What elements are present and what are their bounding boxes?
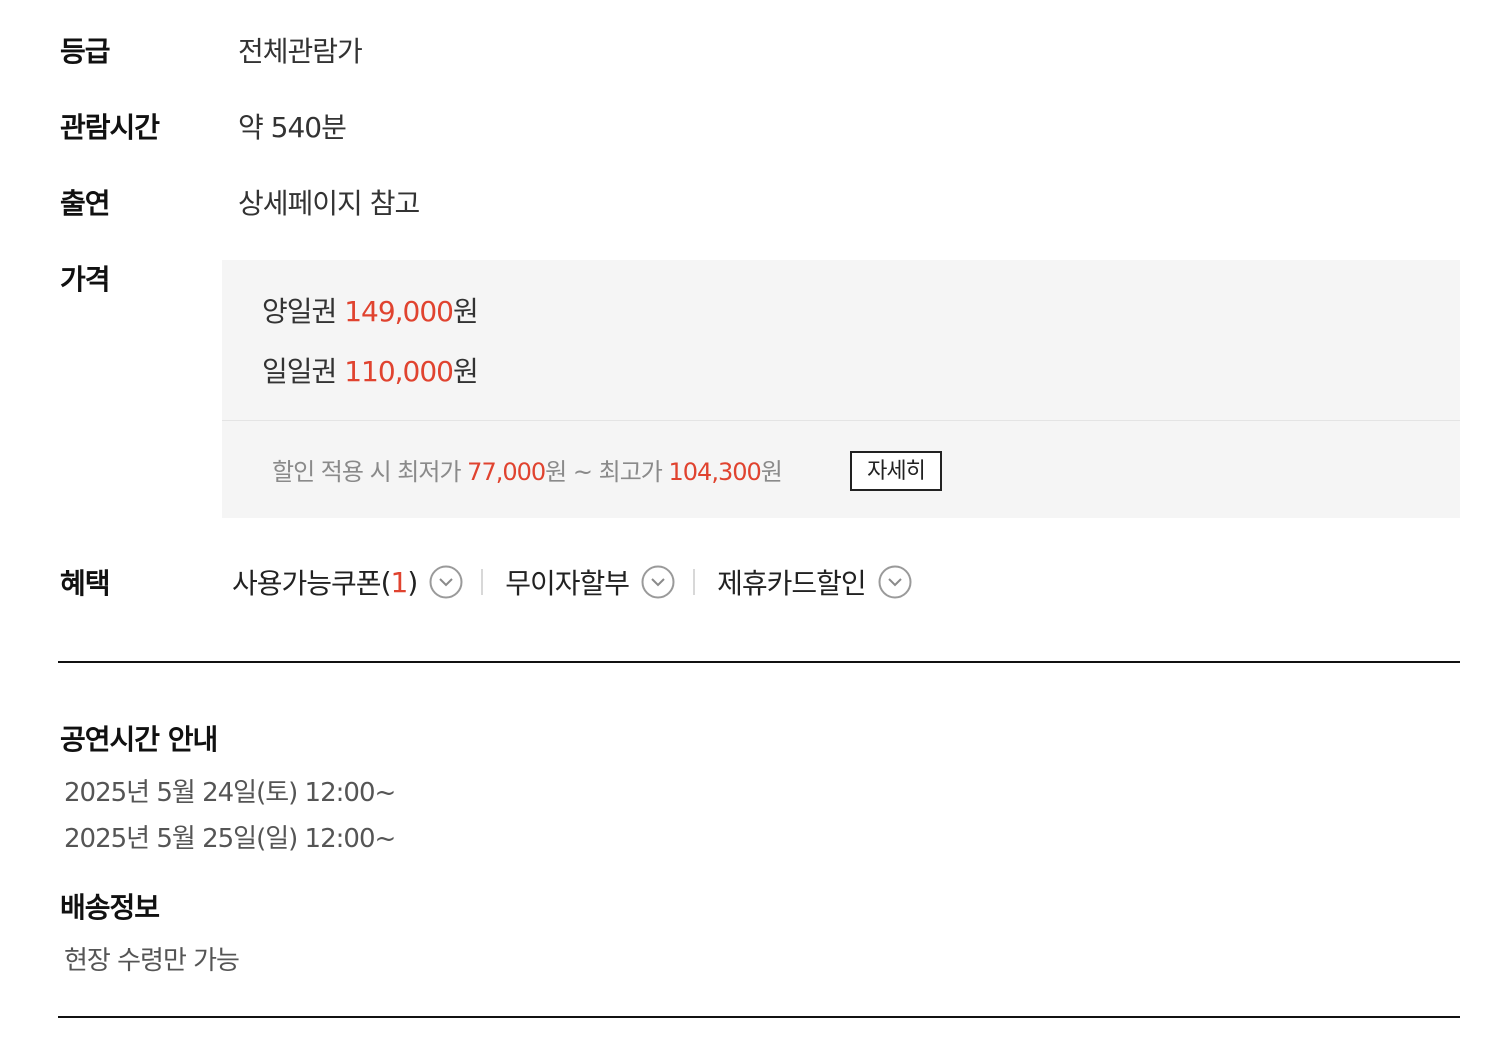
chevron-down-circle-icon[interactable] [878,565,912,599]
discount-min-amount: 77,000 [467,458,546,486]
benefit-coupon[interactable]: 사용가능쿠폰(1) [232,562,463,602]
price-item-unit: 원 [452,355,479,388]
price-item-amount: 149,000 [344,295,454,328]
discount-max-unit: 원 [760,458,783,486]
benefit-installment[interactable]: 무이자할부 [505,562,675,602]
schedule-title: 공연시간 안내 [60,723,218,756]
chevron-down-circle-icon[interactable] [641,565,675,599]
price-divider [222,420,1460,421]
discount-prefix: 할인 적용 시 최저가 [272,458,462,486]
price-item-unit: 원 [452,295,479,328]
section-divider [58,661,1460,663]
benefit-coupon-close-paren: ) [407,565,418,599]
benefit-separator [481,569,484,595]
price-item-name: 양일권 [262,295,337,328]
cast-label: 출연 [60,187,111,220]
coupon-count: 1 [390,565,409,599]
price-label: 가격 [60,263,111,296]
benefit-card-discount[interactable]: 제휴카드할인 [717,562,912,602]
price-item: 일일권 110,000원 [262,350,479,390]
price-item-name: 일일권 [262,355,337,388]
delivery-text: 현장 수령만 가능 [64,946,240,976]
benefit-coupon-open-paren: ( [380,565,392,599]
benefit-installment-label: 무이자할부 [505,567,630,600]
benefit-separator [693,569,696,595]
discount-detail-button[interactable]: 자세히 [850,451,942,491]
discount-min-unit: 원 [545,458,567,486]
benefit-card-discount-label: 제휴카드할인 [717,567,867,600]
discount-range: 할인 적용 시 최저가 77,000원 ~ 최고가 104,300원 [272,452,783,487]
schedule-line: 2025년 5월 25일(일) 12:00~ [64,824,396,854]
price-item-amount: 110,000 [344,355,454,388]
delivery-title: 배송정보 [60,891,160,924]
runtime-value: 약 540분 [238,111,347,144]
section-divider [58,1016,1460,1018]
chevron-down-circle-icon[interactable] [429,565,463,599]
benefit-coupon-label: 사용가능쿠폰 [232,567,382,600]
grade-label: 등급 [60,35,111,68]
schedule-line: 2025년 5월 24일(토) 12:00~ [64,778,396,808]
discount-separator: ~ 최고가 [572,458,663,486]
discount-max-amount: 104,300 [668,458,762,486]
grade-value: 전체관람가 [238,35,363,68]
price-box: 양일권 149,000원 일일권 110,000원 할인 적용 시 최저가 77… [222,260,1460,518]
runtime-label: 관람시간 [60,111,160,144]
cast-value: 상세페이지 참고 [238,187,420,220]
benefits-label: 혜택 [60,567,111,600]
price-item: 양일권 149,000원 [262,290,479,330]
benefits-list: 사용가능쿠폰(1) 무이자할부 제휴카드할인 [232,562,912,602]
